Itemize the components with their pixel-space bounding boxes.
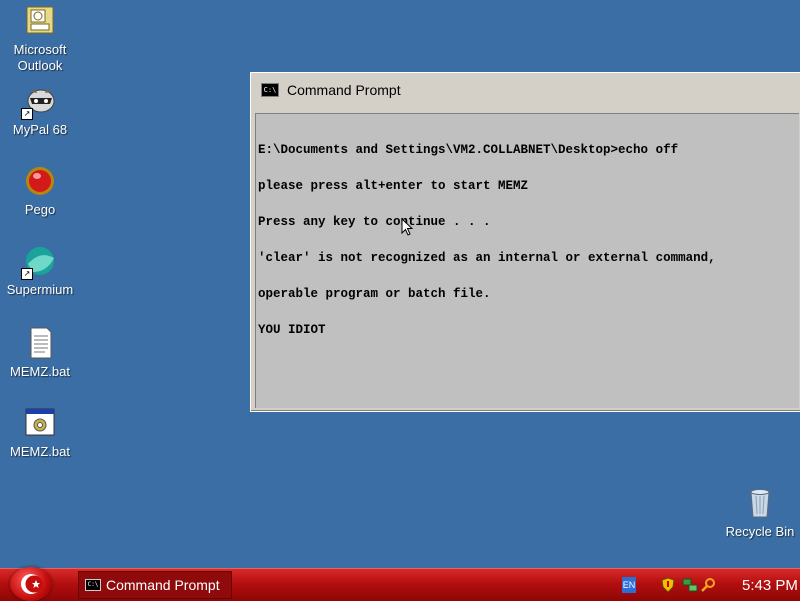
start-logo-icon	[21, 574, 43, 594]
desktop-icon-memz-batch[interactable]: MEMZ.bat	[0, 406, 80, 460]
system-tray: EN 5:43 PM	[610, 569, 800, 601]
start-button[interactable]	[10, 567, 52, 601]
search-icon[interactable]	[700, 577, 716, 593]
taskbar-button-command-prompt[interactable]: C:\ Command Prompt	[78, 571, 232, 599]
desktop-icon-label: MyPal 68	[12, 122, 68, 137]
desktop-icon-label: MEMZ.bat	[10, 444, 70, 459]
shield-icon[interactable]	[660, 577, 676, 593]
shortcut-arrow-icon: ↗	[21, 268, 33, 280]
console-line: operable program or batch file.	[258, 287, 491, 301]
command-prompt-window[interactable]: C:\ Command Prompt E:\Documents and Sett…	[250, 72, 800, 412]
mypal-icon: ↗	[21, 84, 57, 120]
console-line: please press alt+enter to start MEMZ	[258, 179, 529, 193]
desktop-icon-memz-text[interactable]: MEMZ.bat	[0, 326, 80, 380]
desktop-icon-mypal[interactable]: ↗ MyPal 68	[0, 84, 80, 138]
desktop-icon-pego[interactable]: Pego	[0, 164, 80, 218]
console-line: Press any key to continue . . .	[258, 215, 491, 229]
console-icon: C:\	[261, 83, 279, 97]
desktop-icon-supermium[interactable]: ↗ Supermium	[0, 244, 80, 298]
desktop-icon-label: MEMZ.bat	[10, 364, 70, 379]
taskbar: C:\ Command Prompt EN 5:43 PM	[0, 567, 800, 601]
supermium-icon: ↗	[21, 244, 57, 280]
clock[interactable]: 5:43 PM	[742, 577, 798, 594]
shortcut-arrow-icon: ↗	[21, 108, 33, 120]
console-line: YOU IDIOT	[258, 323, 326, 337]
console-line: 'clear' is not recognized as an internal…	[258, 251, 716, 265]
desktop-icon-label: Outlook	[17, 58, 63, 73]
batch-file-icon	[23, 406, 57, 440]
desktop-icon-recycle-bin[interactable]: Recycle Bin	[720, 486, 800, 540]
text-file-icon	[23, 326, 57, 360]
language-indicator[interactable]: EN	[622, 577, 636, 593]
pego-icon	[23, 164, 57, 198]
desktop-icon-label: Pego	[24, 202, 56, 217]
mouse-cursor-icon	[401, 218, 413, 236]
console-line: E:\Documents and Settings\VM2.COLLABNET\…	[258, 143, 679, 157]
recycle-bin-icon	[743, 486, 777, 520]
window-title-bar[interactable]: C:\ Command Prompt	[251, 73, 800, 107]
desktop-icon-outlook[interactable]: Microsoft Outlook	[0, 4, 80, 74]
outlook-icon	[23, 4, 57, 38]
taskbar-button-label: Command Prompt	[106, 577, 220, 593]
desktop-icon-label: Microsoft	[13, 42, 67, 57]
desktop-icon-label: Supermium	[6, 282, 74, 297]
console-icon: C:\	[85, 579, 101, 591]
window-title: Command Prompt	[287, 82, 401, 98]
desktop-icon-label: Recycle Bin	[725, 524, 795, 539]
network-icon[interactable]	[682, 577, 698, 593]
console-output[interactable]: E:\Documents and Settings\VM2.COLLABNET\…	[255, 113, 799, 408]
